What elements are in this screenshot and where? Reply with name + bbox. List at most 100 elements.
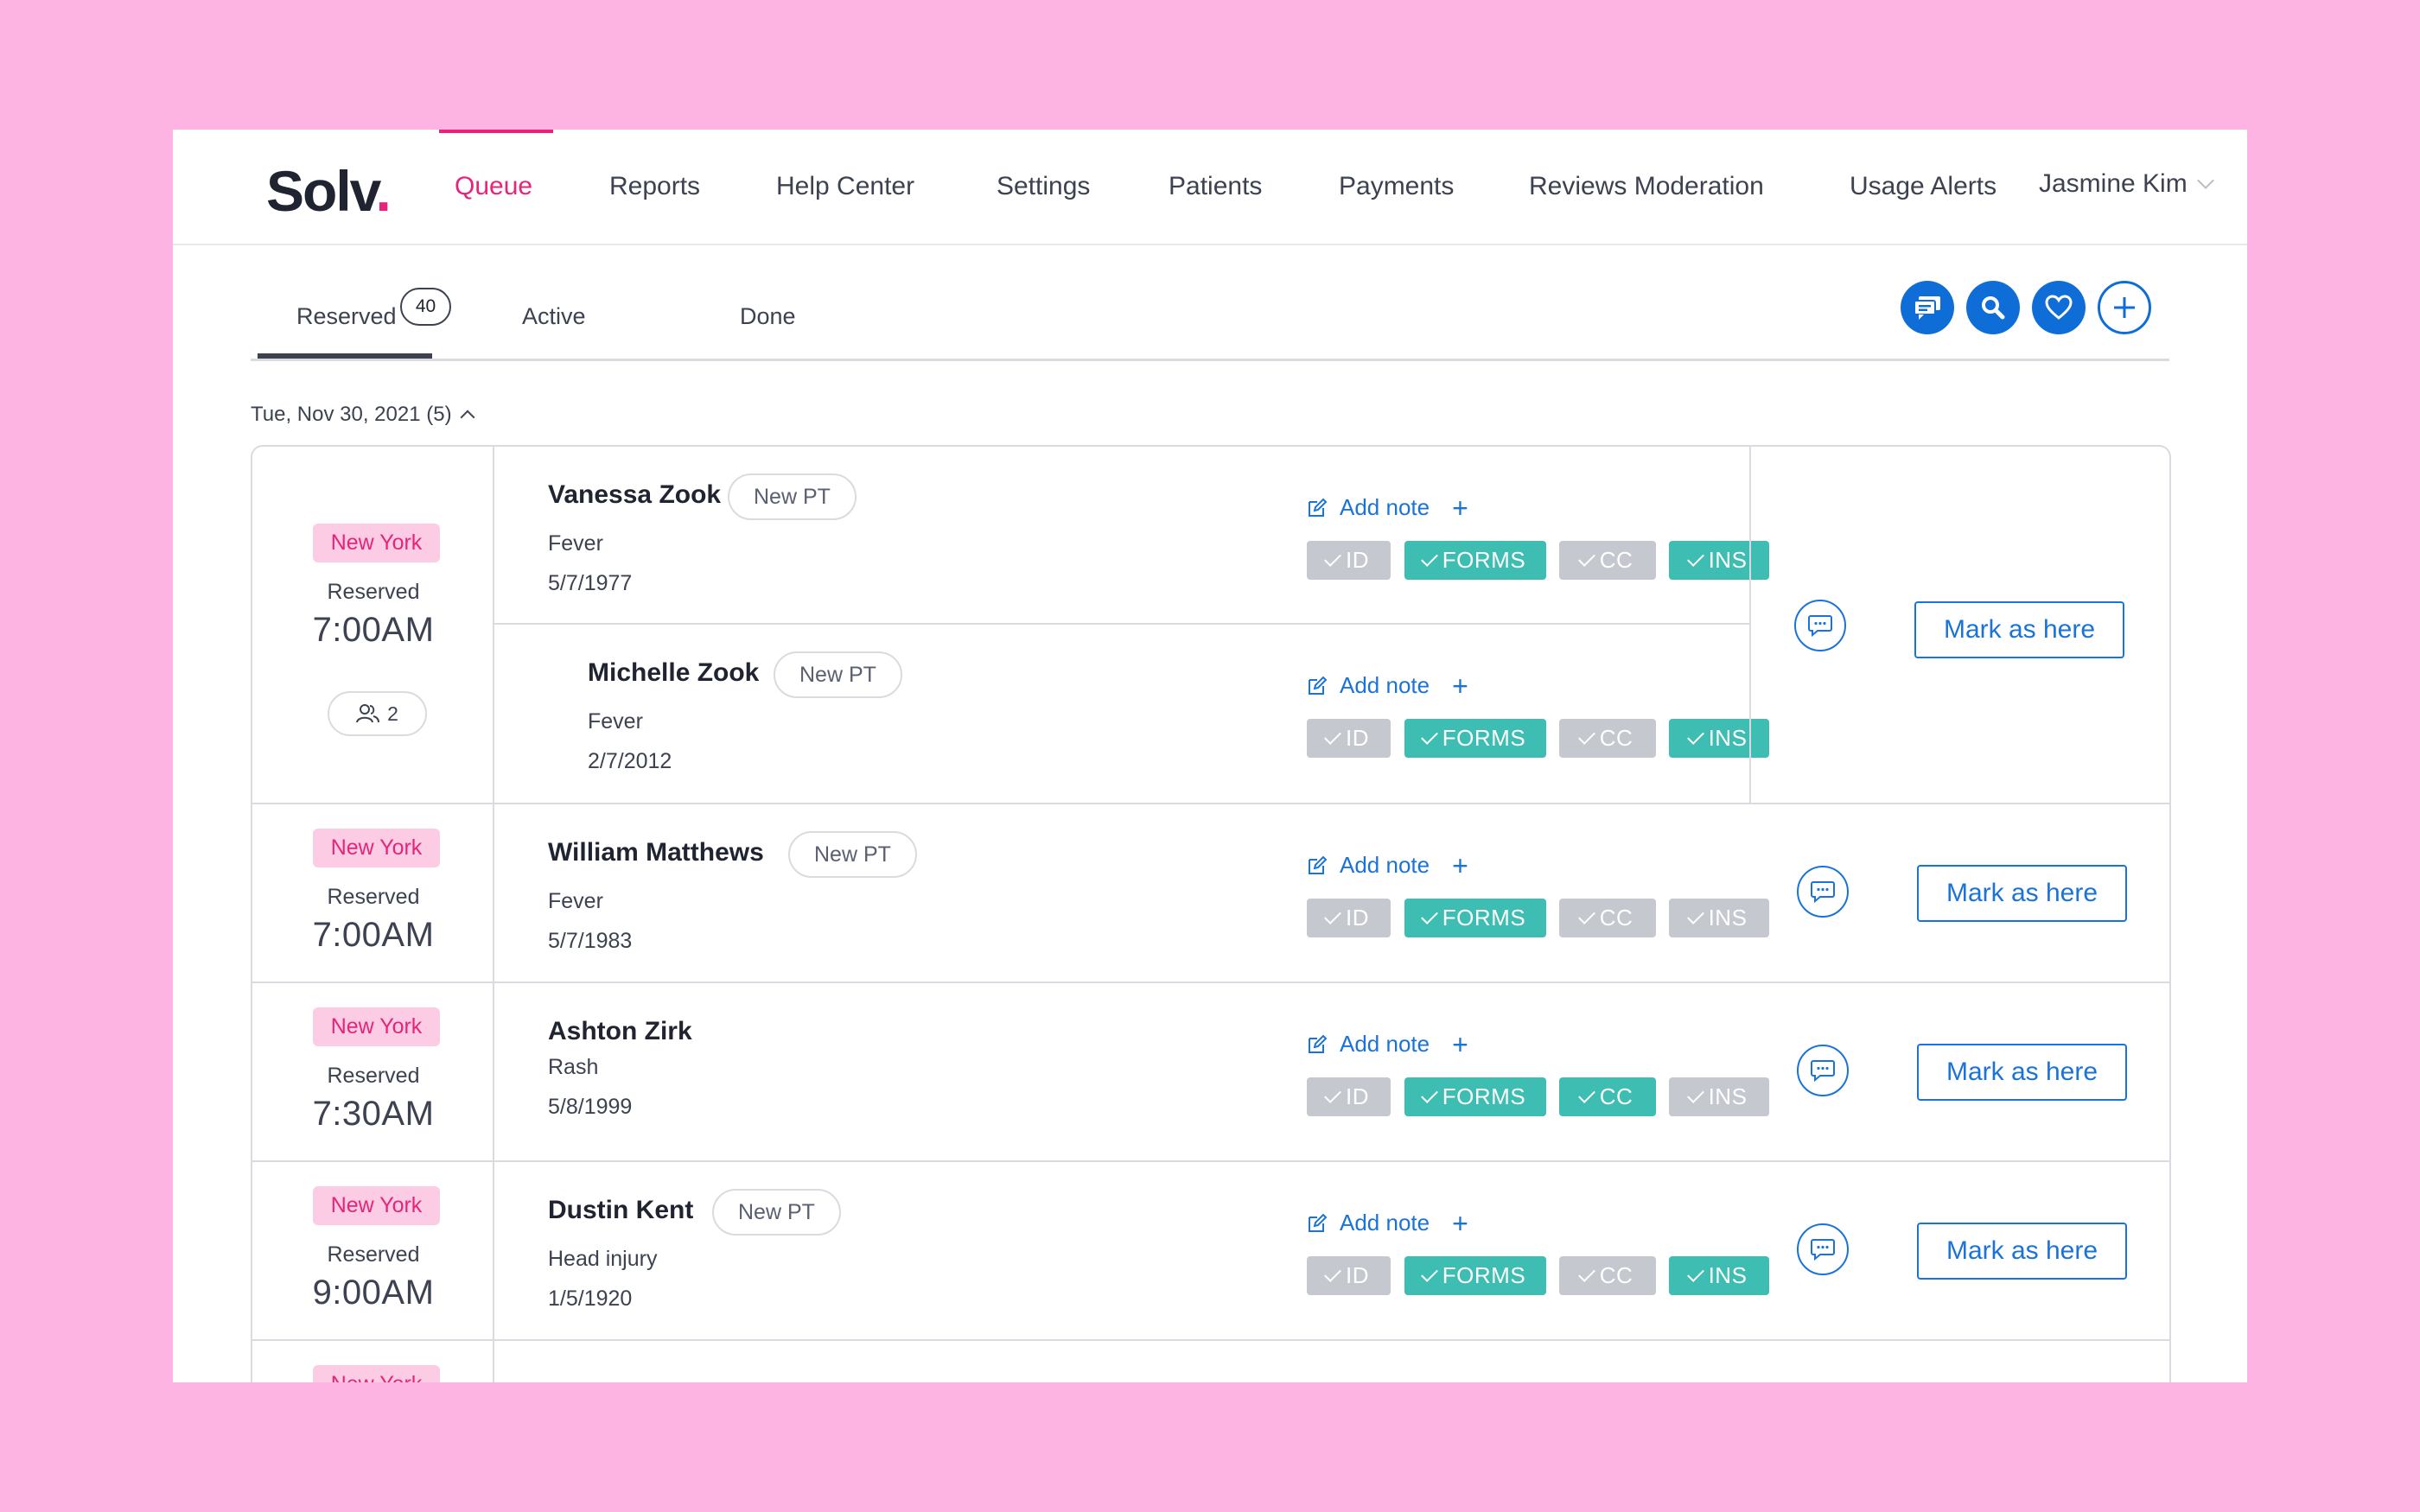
chip-forms[interactable]: FORMS [1404, 719, 1546, 758]
user-menu[interactable]: Jasmine Kim [2039, 169, 2214, 199]
chip-cc[interactable]: CC [1559, 1077, 1656, 1116]
check-icon [1324, 727, 1341, 745]
edit-icon [1309, 855, 1328, 874]
chevron-down-icon [2196, 172, 2214, 189]
top-navigation: Solv. Queue Reports Help Center Settings… [173, 130, 2247, 245]
edit-icon [1309, 498, 1328, 517]
reserved-count-badge: 40 [400, 288, 451, 326]
mark-as-here-button[interactable]: Mark as here [1917, 1223, 2127, 1280]
add-note-button[interactable]: Add note + [1307, 1207, 1468, 1239]
plus-icon: + [1452, 1207, 1468, 1239]
nav-item-help-center[interactable]: Help Center [776, 171, 914, 202]
chat-button[interactable] [1797, 866, 1849, 918]
nav-item-patients[interactable]: Patients [1169, 171, 1262, 202]
patient-dob: 5/7/1983 [548, 929, 633, 953]
app-window: Solv. Queue Reports Help Center Settings… [173, 130, 2247, 1382]
check-icon [1420, 1264, 1438, 1282]
chip-id[interactable]: ID [1307, 1256, 1391, 1295]
add-note-button[interactable]: Add note + [1307, 852, 1468, 880]
user-name: Jasmine Kim [2039, 169, 2188, 198]
mark-as-here-button[interactable]: Mark as here [1917, 865, 2127, 922]
chip-forms[interactable]: FORMS [1404, 541, 1546, 580]
reservation-status: Reserved [327, 1064, 420, 1088]
nav-item-usage-alerts[interactable]: Usage Alerts [1850, 171, 1996, 202]
add-button[interactable] [2098, 281, 2151, 334]
patient-dob: 1/5/1920 [548, 1286, 633, 1311]
reservation-status: Reserved [327, 580, 420, 604]
solv-logo[interactable]: Solv. [266, 162, 392, 219]
edit-icon [1309, 1034, 1328, 1053]
patient-name[interactable]: Ashton Zirk [548, 1017, 692, 1046]
patient-name[interactable]: William Matthews [548, 838, 764, 867]
mark-as-here-button[interactable]: Mark as here [1917, 1044, 2127, 1101]
row-time-column: New York Reserved 7:00AM [252, 804, 494, 982]
chip-forms[interactable]: FORMS [1404, 1077, 1546, 1116]
chip-forms[interactable]: FORMS [1404, 1256, 1546, 1295]
group-size-button[interactable]: 2 [328, 691, 427, 736]
chip-cc[interactable]: CC [1559, 541, 1656, 580]
nav-item-queue[interactable]: Queue [455, 171, 532, 202]
patient-entry: Vanessa Zook New PT Fever 5/7/1977 Add n… [494, 447, 1769, 625]
chip-id[interactable]: ID [1307, 899, 1391, 937]
favorite-button[interactable] [2032, 281, 2086, 334]
reservation-time: 7:30AM [312, 1095, 435, 1133]
messages-button[interactable] [1901, 281, 1954, 334]
check-icon [1686, 1085, 1704, 1103]
chip-cc[interactable]: CC [1559, 899, 1656, 937]
edit-icon [1309, 1213, 1328, 1232]
add-note-button[interactable]: Add note + [1307, 494, 1468, 522]
group-count: 2 [387, 702, 398, 725]
message-icon [1914, 296, 1940, 320]
location-badge: New York [313, 1365, 440, 1382]
nav-item-reports[interactable]: Reports [609, 171, 700, 202]
visit-reason: Fever [548, 531, 603, 556]
check-icon [1420, 906, 1438, 924]
chat-button[interactable] [1797, 1045, 1849, 1096]
chat-button[interactable] [1794, 600, 1846, 651]
chip-id[interactable]: ID [1307, 541, 1391, 580]
location-badge: New York [313, 829, 440, 867]
visit-reason: Rash [548, 1055, 599, 1079]
patient-dob: 5/8/1999 [548, 1095, 633, 1119]
patient-name[interactable]: Dustin Kent [548, 1196, 693, 1225]
visit-reason: Fever [588, 709, 643, 734]
check-icon [1577, 1085, 1595, 1103]
chip-cc[interactable]: CC [1559, 719, 1656, 758]
nav-item-payments[interactable]: Payments [1339, 171, 1454, 202]
queue-list: New York Reserved 7:00AM 2 Vanessa Zook … [251, 445, 2171, 1382]
patient-entry: Ashton Zirk Rash 5/8/1999 Add note + ID F… [494, 983, 1769, 1162]
plus-icon: + [1452, 1028, 1468, 1060]
location-badge: New York [313, 1007, 440, 1046]
reservation-time: 7:00AM [312, 916, 435, 954]
row-actions: Mark as here [1749, 983, 2169, 1160]
reservation-time: 7:00AM [312, 611, 435, 649]
chip-forms[interactable]: FORMS [1404, 899, 1546, 937]
chat-bubble-icon [1811, 881, 1835, 904]
chip-id[interactable]: ID [1307, 719, 1391, 758]
mark-as-here-button[interactable]: Mark as here [1914, 601, 2124, 658]
nav-active-indicator [439, 130, 553, 133]
new-patient-badge: New PT [728, 473, 857, 520]
tab-done[interactable]: Done [740, 303, 796, 330]
plus-icon: + [1452, 670, 1468, 702]
date-group-header[interactable]: Tue, Nov 30, 2021 (5) [251, 403, 475, 427]
check-icon [1420, 549, 1438, 567]
add-note-button[interactable]: Add note + [1307, 1031, 1468, 1058]
chip-id[interactable]: ID [1307, 1077, 1391, 1116]
chevron-up-icon [460, 410, 475, 425]
search-button[interactable] [1966, 281, 2020, 334]
tab-reserved[interactable]: Reserved [296, 303, 397, 330]
visit-reason: Fever [548, 889, 603, 913]
new-patient-badge: New PT [788, 831, 917, 878]
tab-active-indicator [258, 353, 432, 359]
row-time-column: New York Reserved 7:30AM [252, 983, 494, 1160]
patient-name[interactable]: Michelle Zook [588, 658, 759, 688]
chip-cc[interactable]: CC [1559, 1256, 1656, 1295]
check-icon [1577, 1264, 1595, 1282]
patient-name[interactable]: Vanessa Zook [548, 480, 721, 510]
nav-item-settings[interactable]: Settings [997, 171, 1090, 202]
add-note-button[interactable]: Add note + [1307, 670, 1468, 702]
nav-item-reviews-moderation[interactable]: Reviews Moderation [1529, 171, 1764, 202]
tab-active[interactable]: Active [522, 303, 586, 330]
chat-button[interactable] [1797, 1223, 1849, 1275]
